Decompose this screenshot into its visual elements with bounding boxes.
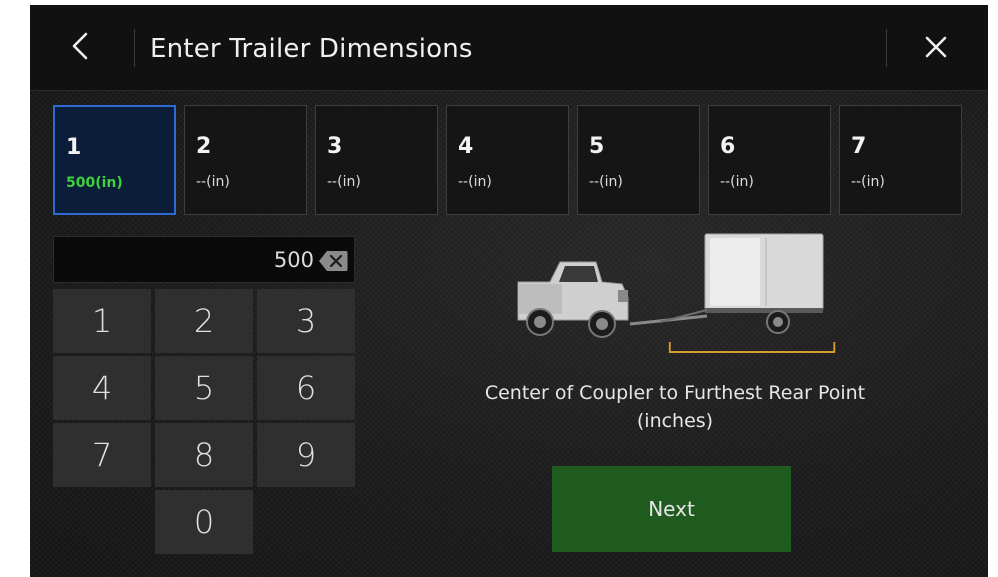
- key-4[interactable]: 4: [53, 356, 151, 420]
- step-value: --(in): [851, 174, 885, 190]
- close-button[interactable]: [914, 27, 958, 71]
- header-divider: [886, 29, 887, 67]
- step-number: 7: [851, 134, 867, 159]
- step-number: 5: [589, 134, 605, 159]
- page-title: Enter Trailer Dimensions: [150, 34, 473, 64]
- key-9[interactable]: 9: [257, 423, 355, 487]
- next-button[interactable]: Next: [552, 466, 791, 552]
- step-number: 1: [66, 135, 82, 160]
- step-value: --(in): [458, 174, 492, 190]
- truck-with-trailer-illustration: [510, 230, 840, 360]
- close-icon: [924, 35, 948, 63]
- numeric-keypad: 1 2 3 4 5 6 7 8 9 0: [53, 289, 355, 559]
- step-tab-4[interactable]: 4 --(in): [446, 105, 569, 215]
- step-tab-3[interactable]: 3 --(in): [315, 105, 438, 215]
- chevron-left-icon: [71, 31, 89, 65]
- header-bar: Enter Trailer Dimensions: [30, 5, 988, 91]
- step-tab-5[interactable]: 5 --(in): [577, 105, 700, 215]
- dimension-step-tabs: 1 500(in) 2 --(in) 3 --(in) 4 --(in) 5 -…: [53, 105, 965, 215]
- caption-line: Center of Coupler to Furthest Rear Point: [484, 382, 866, 404]
- step-value: --(in): [589, 174, 623, 190]
- step-tab-7[interactable]: 7 --(in): [839, 105, 962, 215]
- step-value: --(in): [720, 174, 754, 190]
- step-tab-1[interactable]: 1 500(in): [53, 105, 176, 215]
- step-number: 6: [720, 134, 736, 159]
- key-8[interactable]: 8: [155, 423, 253, 487]
- step-tab-6[interactable]: 6 --(in): [708, 105, 831, 215]
- step-value: --(in): [327, 174, 361, 190]
- key-2[interactable]: 2: [155, 289, 253, 353]
- step-number: 3: [327, 134, 343, 159]
- caption-unit: (inches): [636, 410, 714, 432]
- key-5[interactable]: 5: [155, 356, 253, 420]
- step-tab-2[interactable]: 2 --(in): [184, 105, 307, 215]
- step-number: 2: [196, 134, 212, 159]
- backspace-icon[interactable]: [318, 250, 348, 272]
- step-number: 4: [458, 134, 474, 159]
- key-0[interactable]: 0: [155, 490, 253, 554]
- key-3[interactable]: 3: [257, 289, 355, 353]
- trailer-dimensions-screen: Enter Trailer Dimensions 1 500(in) 2 --(…: [30, 5, 988, 577]
- key-6[interactable]: 6: [257, 356, 355, 420]
- key-7[interactable]: 7: [53, 423, 151, 487]
- dimension-description: Center of Coupler to Furthest Rear Point…: [415, 379, 935, 435]
- back-button[interactable]: [58, 25, 102, 71]
- numeric-entry-field[interactable]: 500: [53, 236, 355, 283]
- step-value: --(in): [196, 174, 230, 190]
- entry-value: 500: [273, 248, 314, 272]
- header-divider: [134, 29, 135, 67]
- step-value: 500(in): [66, 175, 123, 191]
- key-1[interactable]: 1: [53, 289, 151, 353]
